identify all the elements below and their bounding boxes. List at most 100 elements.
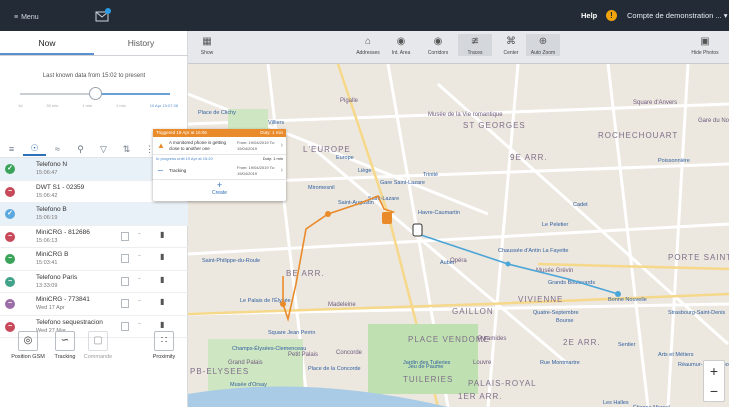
district-label: 2E ARR. — [563, 338, 601, 347]
battery-icon: ▮ — [160, 252, 165, 261]
device-row[interactable]: − MiniCRG - 773841 Wed 17 Apr – ▮ — [0, 293, 188, 316]
device-name: Telefono N — [36, 161, 68, 168]
place-label: Louvre — [473, 360, 492, 366]
place-label: Liège — [358, 168, 371, 174]
map-canvas[interactable]: ST GEORGES ROCHECHOUART 9E ARR. L'EUROPE… — [188, 64, 729, 407]
trace-icon: ≇ — [470, 36, 480, 47]
chevron-right-icon: › — [280, 167, 283, 174]
device-name: Telefono Paris — [36, 273, 78, 281]
place-label: Poissonnière — [658, 158, 690, 164]
trace-point[interactable] — [505, 261, 511, 267]
tracking-date: From: 19/04/2019 To: 19/04/2019 — [237, 165, 275, 176]
map-toolbar: ▦ Show ⌂ Addresses ◉ Int. Area ◉ Corridors ≇ Trac… — [188, 31, 729, 64]
photo-icon: ▣ — [700, 36, 710, 47]
map-tool-label: Show — [200, 50, 214, 56]
tracking-row[interactable]: ∽ Tracking From: 19/04/2019 To: 19/04/20… — [153, 162, 286, 180]
sidebar: Now History Last known data from 15:02 t… — [0, 31, 188, 407]
account-label: Compte de demonstration ... — [627, 11, 722, 20]
district-label: TUILERIES — [403, 375, 453, 384]
home-icon: ⌂ — [364, 36, 372, 47]
trace-point[interactable] — [280, 301, 286, 307]
device-row[interactable]: ✓ Telefono B 15:06:19 — [0, 203, 188, 226]
status-stop-icon: − — [5, 321, 15, 332]
map-view[interactable]: ▦ Show ⌂ Addresses ◉ Int. Area ◉ Corridors ≇ Trac… — [188, 31, 729, 407]
tab-history[interactable]: History — [94, 31, 188, 55]
device-icon[interactable]: ☉ — [23, 143, 46, 156]
photo-icon[interactable] — [121, 321, 129, 331]
device-time: 15:06:13 — [36, 237, 58, 244]
alert-row[interactable]: ▲ A monitored phone is getting close to … — [153, 137, 286, 155]
sort-icon[interactable]: ⇅ — [115, 144, 138, 155]
zoom-out-button[interactable]: − — [704, 381, 724, 401]
popup-header-text: Triggered 19 Apr at 15:06 — [156, 130, 207, 135]
trace-point[interactable] — [325, 211, 331, 217]
place-label: Chaussée d'Antin La Fayette — [498, 248, 568, 254]
place-label: Madeleine — [328, 302, 356, 308]
place-label: Le Peletier — [542, 222, 568, 228]
place-label: Sentier — [618, 342, 636, 348]
pin-icon: ◉ — [433, 36, 443, 47]
command-icon: ▢ — [88, 331, 108, 351]
phone-marker-blue[interactable] — [412, 223, 423, 237]
photo-icon[interactable] — [121, 299, 129, 308]
place-label: Havre-Caumartin — [418, 210, 460, 216]
help-link[interactable]: Help — [581, 11, 597, 20]
tracking-button[interactable]: ∽ Tracking — [47, 331, 83, 360]
device-row[interactable]: − Telefono Paris 13:33:09 – ▮ — [0, 271, 188, 293]
account-menu[interactable]: Compte de demonstration ... ▾ — [627, 11, 728, 20]
position-gsm-button[interactable]: ◎ Position GSM — [10, 331, 46, 360]
slider-ticks: 1d 30 min 1 min 1 min 10 Apr 15:07:38 — [18, 103, 178, 109]
battery-icon: ▮ — [160, 319, 165, 329]
tab-now[interactable]: Now — [0, 31, 94, 55]
center-icon: ⌘ — [506, 36, 516, 47]
place-label: Les Halles — [603, 400, 629, 406]
device-row[interactable]: − MiniCRG - 812686 15:06:13 – ▮ — [0, 226, 188, 248]
place-label: Square Jean Perrin — [268, 330, 315, 336]
menu-button[interactable]: ≡ Menu — [14, 14, 39, 21]
map-tool-traces[interactable]: ≇ Traces — [458, 34, 492, 56]
map-tool-center[interactable]: ⌘ Center — [494, 34, 528, 56]
slider-tick: 30 min — [46, 103, 59, 108]
info-icon[interactable]: ! — [606, 10, 617, 21]
district-label: ST GEORGES — [463, 121, 526, 130]
map-tool-hide-photos[interactable]: ▣ Hide Photos — [688, 34, 722, 56]
place-label: Auber — [440, 260, 455, 266]
device-name: MiniCRG B — [36, 251, 69, 258]
filter-icon[interactable]: ▽ — [92, 144, 115, 155]
map-tool-int-area[interactable]: ◉ Int. Area — [384, 34, 418, 56]
place-label: Place de Clichy — [198, 110, 236, 116]
photo-icon[interactable] — [121, 276, 129, 286]
top-bar: ≡ Menu Help ! Compte de demonstration ...… — [0, 0, 729, 31]
popup-subheader: In progress until 19 Apr at 15:20 Duty: 1… — [153, 155, 286, 162]
place-label: Trinité — [423, 172, 438, 178]
map-tool-corridors[interactable]: ◉ Corridors — [421, 34, 455, 56]
search-icon[interactable]: ⚲ — [69, 144, 92, 155]
slider-knob[interactable] — [89, 87, 102, 100]
map-tool-label: Addresses — [356, 50, 380, 56]
time-slider[interactable] — [20, 87, 170, 101]
photo-icon[interactable] — [121, 231, 129, 241]
speed-icon: – — [138, 230, 141, 237]
proximity-button[interactable]: ∷ Proximity — [146, 331, 182, 360]
map-tool-addresses[interactable]: ⌂ Addresses — [351, 34, 385, 56]
map-tool-show[interactable]: ▦ Show — [190, 34, 224, 56]
status-stop-icon: − — [5, 186, 15, 197]
photo-icon[interactable] — [121, 254, 129, 263]
zoom-in-button[interactable]: + — [704, 361, 724, 381]
status-check-icon: ✓ — [5, 164, 15, 174]
trace-point[interactable] — [615, 291, 621, 297]
device-name: Telefono B — [36, 206, 67, 213]
group-icon[interactable]: ≈ — [46, 144, 69, 154]
mail-notification-icon[interactable] — [93, 7, 113, 23]
place-label: Musée d'Orsay — [230, 382, 267, 388]
create-button[interactable]: + Create — [153, 180, 286, 197]
commande-button[interactable]: ▢ Commande — [80, 331, 116, 360]
device-row[interactable]: − MiniCRG B 15:03:41 – ▮ — [0, 248, 188, 271]
device-time: 15:06:42 — [36, 192, 58, 199]
speed-icon: – — [138, 275, 141, 282]
subheader-text: In progress until 19 Apr at 15:20 — [156, 156, 213, 161]
list-icon[interactable]: ≡ — [0, 144, 23, 154]
district-label: BE ARR. — [286, 269, 325, 278]
phone-marker-orange[interactable] — [382, 212, 392, 224]
map-tool-auto-zoom[interactable]: ⊕ Auto Zoom — [526, 34, 560, 56]
